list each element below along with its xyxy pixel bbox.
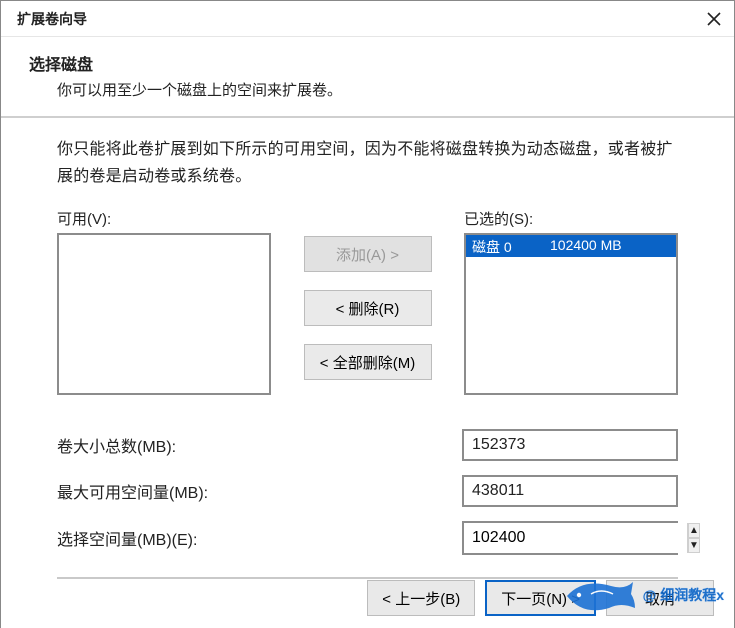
wizard-info-text: 你只能将此卷扩展到如下所示的可用空间，因为不能将磁盘转换为动态磁盘，或者被扩展的… xyxy=(57,136,678,190)
disk-picker: 可用(V): 添加(A) > < 删除(R) < 全部删除(M) 已选的(S):… xyxy=(57,208,678,395)
amount-input[interactable] xyxy=(464,523,687,553)
spin-arrows: ▲ ▼ xyxy=(687,523,700,553)
wizard-window: 扩展卷向导 选择磁盘 你可以用至少一个磁盘上的空间来扩展卷。 你只能将此卷扩展到… xyxy=(0,0,735,628)
wizard-step-sub: 你可以用至少一个磁盘上的空间来扩展卷。 xyxy=(29,79,694,100)
wizard-footer: < 上一步(B) 下一页(N) > 取消 xyxy=(1,568,734,628)
wizard-body: 你只能将此卷扩展到如下所示的可用空间，因为不能将磁盘转换为动态磁盘，或者被扩展的… xyxy=(1,118,734,589)
close-icon[interactable] xyxy=(704,9,724,29)
next-button[interactable]: 下一页(N) > xyxy=(485,580,596,616)
wizard-step-title: 选择磁盘 xyxy=(29,51,694,75)
remove-button[interactable]: < 删除(R) xyxy=(304,290,432,326)
total-size-label: 卷大小总数(MB): xyxy=(57,433,462,457)
spin-down-icon[interactable]: ▼ xyxy=(688,538,700,553)
total-size-value: 152373 xyxy=(462,429,678,461)
titlebar: 扩展卷向导 xyxy=(1,1,734,37)
disk-size: 102400 MB xyxy=(528,237,670,255)
max-space-label: 最大可用空间量(MB): xyxy=(57,479,462,503)
max-space-value: 438011 xyxy=(462,475,678,507)
disk-name: 磁盘 0 xyxy=(472,237,528,255)
window-title: 扩展卷向导 xyxy=(17,9,87,29)
back-button[interactable]: < 上一步(B) xyxy=(367,580,475,616)
spin-up-icon[interactable]: ▲ xyxy=(688,523,700,538)
selected-disk-row[interactable]: 磁盘 0 102400 MB xyxy=(466,235,676,257)
available-listbox[interactable] xyxy=(57,233,271,395)
wizard-header: 选择磁盘 你可以用至少一个磁盘上的空间来扩展卷。 xyxy=(1,37,734,118)
selected-listbox[interactable]: 磁盘 0 102400 MB xyxy=(464,233,678,395)
cancel-button[interactable]: 取消 xyxy=(606,580,714,616)
selected-label: 已选的(S): xyxy=(464,208,678,229)
amount-label: 选择空间量(MB)(E): xyxy=(57,526,462,550)
selected-column: 已选的(S): 磁盘 0 102400 MB xyxy=(464,208,678,395)
transfer-buttons: 添加(A) > < 删除(R) < 全部删除(M) xyxy=(271,208,464,380)
available-column: 可用(V): xyxy=(57,208,271,395)
remove-all-button[interactable]: < 全部删除(M) xyxy=(304,344,432,380)
size-fields: 卷大小总数(MB): 152373 最大可用空间量(MB): 438011 选择… xyxy=(57,429,678,555)
available-label: 可用(V): xyxy=(57,208,271,229)
add-button[interactable]: 添加(A) > xyxy=(304,236,432,272)
amount-spinner[interactable]: ▲ ▼ xyxy=(462,521,678,555)
